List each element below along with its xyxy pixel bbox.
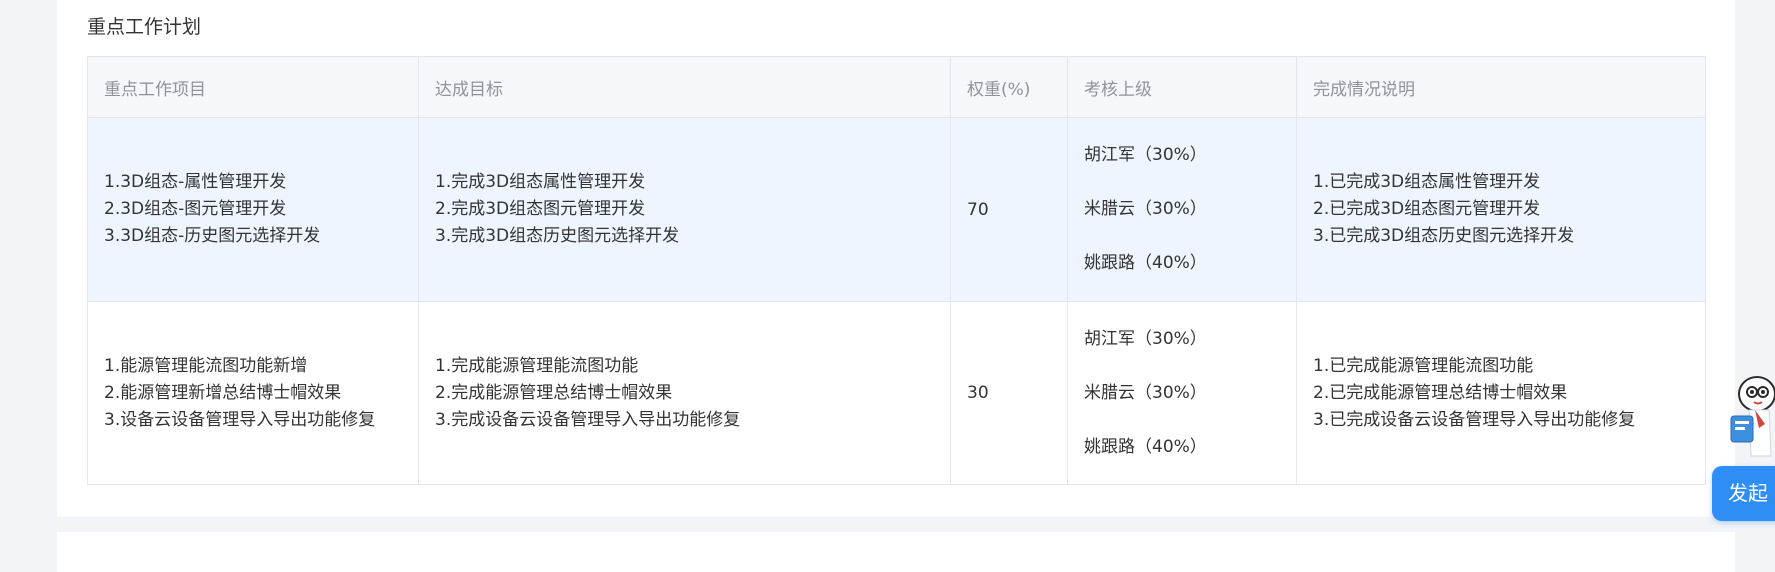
reviewer: 姚跟路（40%）	[1084, 436, 1207, 457]
work-plan-table: 重点工作项目 达成目标 权重(%) 考核上级 完成情况说明 1.3D组态-属性管…	[87, 56, 1706, 485]
reviewers-cell: 胡江军（30%） 米腊云（30%） 姚跟路（40%）	[1067, 117, 1297, 302]
launch-assistant-button[interactable]: 发起	[1712, 466, 1775, 521]
completion-item: 2.已完成能源管理总结博士帽效果	[1313, 382, 1568, 403]
goals-cell: 1.完成3D组态属性管理开发 2.完成3D组态图元管理开发 3.完成3D组态历史…	[418, 117, 951, 302]
goal-item: 2.完成3D组态图元管理开发	[435, 199, 646, 219]
reviewer: 姚跟路（40%）	[1084, 253, 1207, 273]
completion-cell: 1.已完成能源管理能流图功能 2.已完成能源管理总结博士帽效果 3.已完成设备云…	[1296, 301, 1706, 485]
column-header-weight: 权重(%)	[950, 56, 1068, 118]
reviewer: 胡江军（30%）	[1084, 145, 1207, 165]
completion-item: 3.已完成设备云设备管理导入导出功能修复	[1313, 409, 1636, 430]
goal-item: 3.完成设备云设备管理导入导出功能修复	[435, 409, 741, 430]
goals-cell: 1.完成能源管理能流图功能 2.完成能源管理总结博士帽效果 3.完成设备云设备管…	[418, 301, 951, 485]
goal-item: 1.完成能源管理能流图功能	[435, 355, 639, 376]
completion-item: 1.已完成3D组态属性管理开发	[1313, 172, 1541, 192]
reviewer: 胡江军（30%）	[1084, 328, 1207, 349]
table-row: 1.能源管理能流图功能新增 2.能源管理新增总结博士帽效果 3.设备云设备管理导…	[87, 301, 1706, 485]
mascot-icon[interactable]	[1725, 372, 1775, 460]
work-item: 2.3D组态-图元管理开发	[104, 199, 287, 219]
reviewer: 米腊云（30%）	[1084, 382, 1207, 403]
work-item: 1.能源管理能流图功能新增	[104, 355, 308, 376]
reviewer: 米腊云（30%）	[1084, 199, 1207, 219]
weight-cell: 70	[950, 117, 1068, 302]
table-row: 1.3D组态-属性管理开发 2.3D组态-图元管理开发 3.3D组态-历史图元选…	[87, 117, 1706, 302]
goal-item: 1.完成3D组态属性管理开发	[435, 172, 646, 192]
work-items-cell: 1.3D组态-属性管理开发 2.3D组态-图元管理开发 3.3D组态-历史图元选…	[87, 117, 419, 302]
work-item: 3.3D组态-历史图元选择开发	[104, 226, 321, 246]
column-header-completion: 完成情况说明	[1296, 56, 1706, 118]
assistant-widget[interactable]	[1715, 372, 1775, 472]
work-plan-card: 重点工作计划 重点工作项目 达成目标 权重(%) 考核上级 完成情况说明 1.3…	[57, 0, 1735, 517]
completion-item: 3.已完成3D组态历史图元选择开发	[1313, 226, 1575, 246]
goal-item: 3.完成3D组态历史图元选择开发	[435, 226, 680, 246]
weight-cell: 30	[950, 301, 1068, 485]
goal-item: 2.完成能源管理总结博士帽效果	[435, 382, 673, 403]
work-item: 3.设备云设备管理导入导出功能修复	[104, 409, 376, 430]
table-header-row: 重点工作项目 达成目标 权重(%) 考核上级 完成情况说明	[87, 56, 1706, 118]
completion-item: 1.已完成能源管理能流图功能	[1313, 355, 1534, 376]
next-section-card	[57, 532, 1735, 572]
column-header-items: 重点工作项目	[87, 56, 419, 118]
column-header-reviewers: 考核上级	[1067, 56, 1297, 118]
completion-item: 2.已完成3D组态图元管理开发	[1313, 199, 1541, 219]
completion-cell: 1.已完成3D组态属性管理开发 2.已完成3D组态图元管理开发 3.已完成3D组…	[1296, 117, 1706, 302]
column-header-goals: 达成目标	[418, 56, 951, 118]
work-item: 2.能源管理新增总结博士帽效果	[104, 382, 342, 403]
section-title: 重点工作计划	[87, 16, 202, 38]
reviewers-cell: 胡江军（30%） 米腊云（30%） 姚跟路（40%）	[1067, 301, 1297, 485]
work-item: 1.3D组态-属性管理开发	[104, 172, 287, 192]
work-items-cell: 1.能源管理能流图功能新增 2.能源管理新增总结博士帽效果 3.设备云设备管理导…	[87, 301, 419, 485]
